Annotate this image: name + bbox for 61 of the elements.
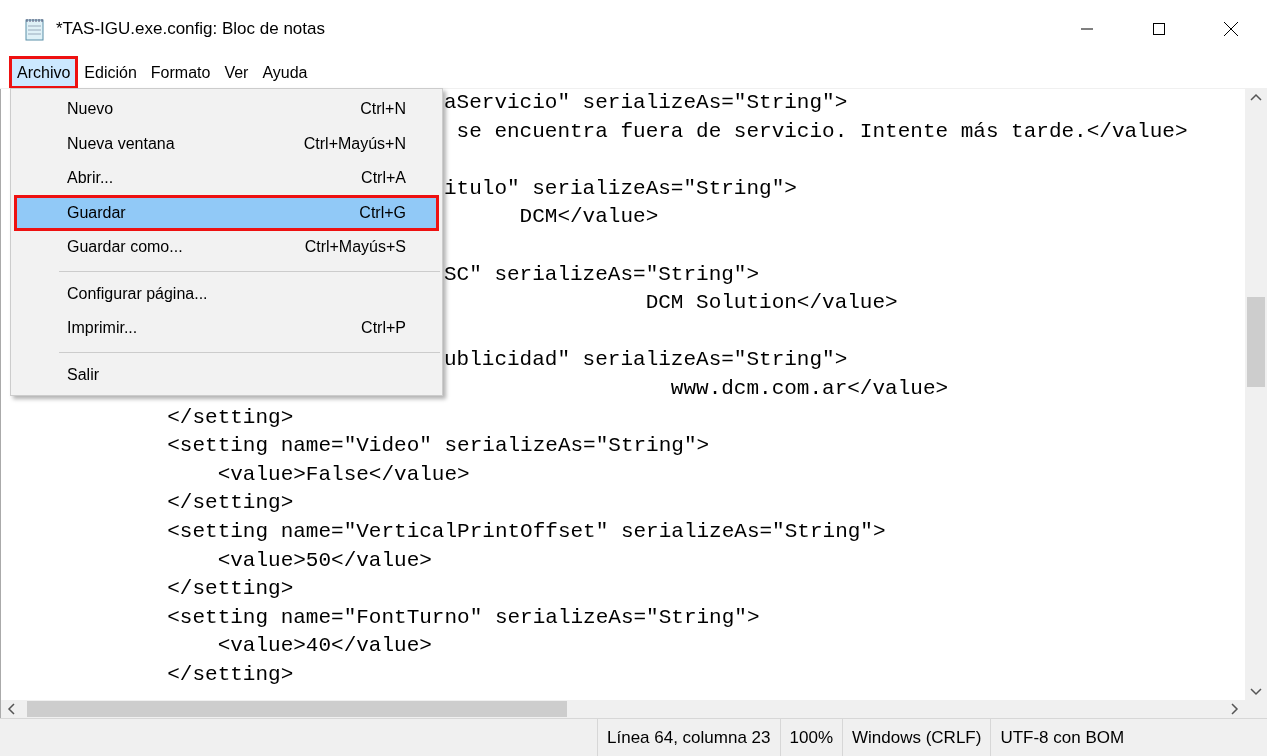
code-line: <value>False</value> (216, 462, 470, 486)
status-text: 100% (779, 719, 842, 756)
scroll-up-icon[interactable] (1250, 93, 1262, 101)
menu-item-label: Abrir... (67, 168, 114, 189)
code-line: www.dcm.com.ar</value> (669, 376, 949, 400)
shortcut-label: Ctrl+Mayús+N (303, 133, 406, 154)
menu-item[interactable]: Edición (77, 57, 144, 88)
menu-item[interactable]: Guardar como... Ctrl+Mayús+S (15, 230, 438, 265)
menu-item-label: Guardar como... (67, 237, 183, 258)
code-line: se encuentra fuera de servicio. Intente más tarde.</value> (455, 119, 1188, 143)
menu-item[interactable]: Imprimir... Ctrl+P (15, 311, 438, 346)
menu-item-label: Nuevo (67, 99, 114, 120)
window-title: *TAS-IGU.exe.config: Bloc de notas (56, 17, 325, 40)
code-line: <setting name="Video" serializeAs="String"> (166, 434, 710, 458)
code-line: </setting> (166, 491, 294, 515)
menu-item-label: Salir (67, 364, 99, 385)
status-text: Windows (CRLF) (842, 719, 991, 756)
code-line: DCM Solution</value> (644, 291, 898, 315)
menu-item[interactable]: Archivo (10, 57, 78, 88)
menu-item-label: Guardar (67, 202, 126, 223)
menu-item-label: Nueva ventana (67, 133, 175, 154)
code-line: ublicidad" serializeAs="String"> (444, 348, 848, 372)
code-line: </setting> (166, 577, 294, 601)
shortcut-label: Ctrl+P (361, 318, 406, 339)
menu-item[interactable]: Ver (217, 57, 256, 88)
notepad-icon (24, 16, 46, 41)
code-line: </setting> (166, 405, 294, 429)
menu-item[interactable]: Guardar Ctrl+G (15, 195, 438, 230)
shortcut-label: Ctrl+N (360, 99, 406, 120)
scroll-left-icon[interactable] (7, 703, 15, 715)
menu-item[interactable]: Nuevo Ctrl+N (15, 92, 438, 127)
code-line: <setting name="VerticalPrintOffset" serializeAs="String"> (166, 519, 886, 543)
maximize-icon (1152, 21, 1166, 36)
scroll-down-icon[interactable] (1250, 688, 1262, 696)
code-line: SC" serializeAs="String"> (444, 262, 760, 286)
scrollbar-thumb[interactable] (1247, 297, 1265, 387)
vertical-scrollbar[interactable] (1245, 89, 1267, 700)
menu-item[interactable]: Ayuda (255, 57, 315, 88)
menu-item[interactable]: Formato (143, 57, 218, 88)
minimize-icon (1080, 27, 1094, 30)
code-line: itulo" serializeAs="String"> (444, 176, 797, 200)
code-line: <setting name="FontTurno" serializeAs="String"> (166, 605, 760, 629)
code-line: aServicio" serializeAs="String"> (444, 91, 848, 114)
status-text: UTF-8 con BOM (990, 719, 1134, 756)
code-line: </setting> (166, 662, 294, 686)
shortcut-label: Ctrl+G (359, 202, 406, 223)
status-text: Línea 64, columna 23 (597, 719, 780, 756)
scrollbar-thumb[interactable] (27, 701, 567, 717)
menu-item[interactable]: Abrir... Ctrl+A (15, 161, 438, 196)
menu-item[interactable]: Salir (15, 357, 438, 392)
menu-item[interactable]: Configurar página... (15, 276, 438, 311)
menu-item[interactable]: Nueva ventana Ctrl+Mayús+N (15, 126, 438, 161)
code-line: <value>40</value> (216, 634, 432, 658)
shortcut-label: Ctrl+Mayús+S (304, 237, 406, 258)
menu-item-label: Imprimir... (67, 318, 138, 339)
menu-item-label: Configurar página... (67, 283, 208, 304)
scroll-right-icon[interactable] (1231, 703, 1239, 715)
code-line: <value>50</value> (216, 548, 432, 572)
code-line: DCM</value> (518, 205, 659, 229)
shortcut-label: Ctrl+A (361, 168, 406, 189)
close-icon (1223, 20, 1239, 37)
